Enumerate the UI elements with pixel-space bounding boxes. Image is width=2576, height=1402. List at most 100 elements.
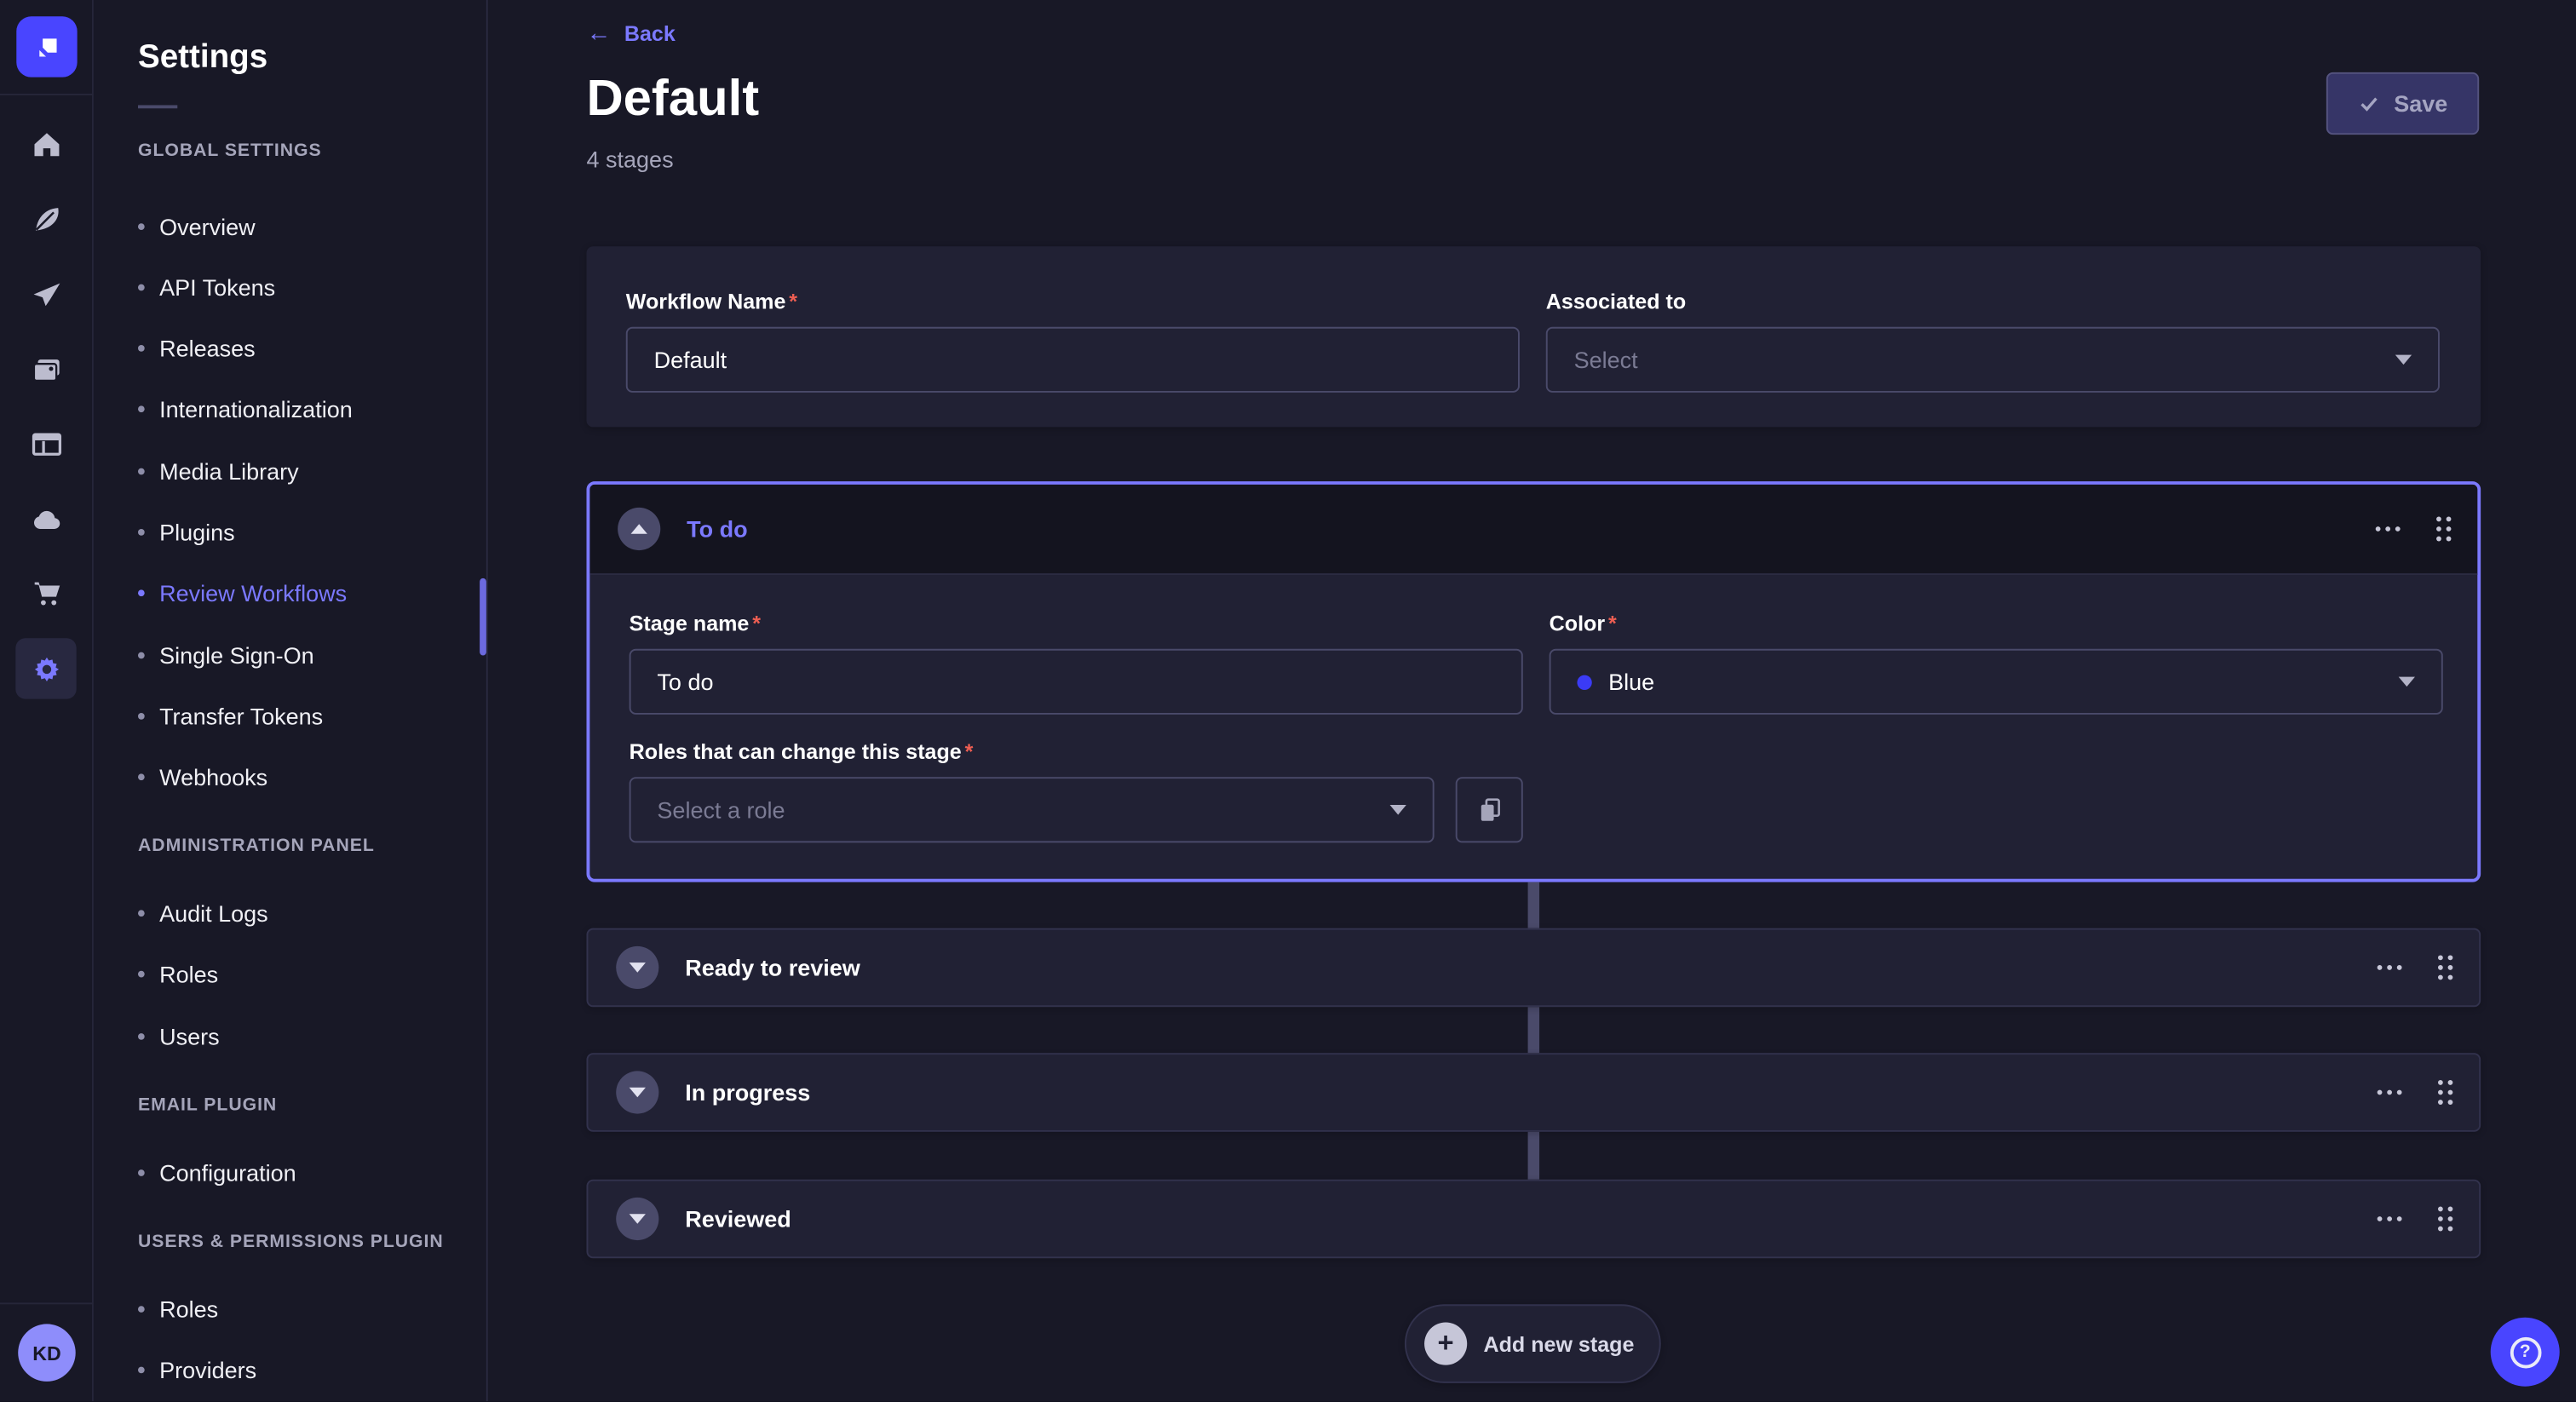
color-label: Color* [1550,611,2443,635]
sidebar-title: Settings [138,39,267,77]
expand-stage-button[interactable] [616,1198,658,1240]
sidebar-scrollbar[interactable] [480,578,486,656]
duplicate-stage-button[interactable] [1456,777,1523,842]
stage-name-input[interactable] [657,669,1495,695]
more-options-icon[interactable] [2376,526,2381,531]
settings-gear-icon[interactable] [15,638,76,698]
stage-header-to-do[interactable]: To do [589,485,2477,575]
sidebar-item-admin-roles[interactable]: Roles [138,957,218,991]
back-link[interactable]: ← Back [587,21,676,46]
plus-icon: + [1424,1322,1467,1365]
drag-handle-icon[interactable] [2438,1080,2443,1085]
sidebar-item-releases[interactable]: Releases [138,332,256,365]
sidebar-item-users[interactable]: Users [138,1020,220,1054]
color-value: Blue [1608,669,1654,695]
rail-divider [0,1302,94,1304]
question-mark-icon: ? [2510,1336,2541,1368]
back-arrow-icon: ← [587,21,612,46]
stage-row-ready-to-review[interactable]: Ready to review [587,928,2481,1008]
stage-connector [1528,1132,1540,1180]
drag-handle-icon[interactable] [2436,517,2441,522]
more-options-icon[interactable] [2378,965,2383,970]
help-button[interactable]: ? [2491,1318,2560,1387]
home-icon[interactable] [15,114,76,175]
bullet-icon [138,468,145,475]
add-stage-label: Add new stage [1483,1331,1634,1356]
associated-to-placeholder: Select [1574,347,1638,373]
sidebar-item-internationalization[interactable]: Internationalization [138,393,353,426]
strapi-logo[interactable] [16,16,77,77]
stage-row-reviewed[interactable]: Reviewed [587,1180,2481,1259]
send-plane-icon[interactable] [15,264,76,325]
associated-to-select[interactable]: Select [1546,327,2440,393]
save-label: Save [2394,90,2447,117]
page-title: Default [587,69,760,128]
required-mark: * [1608,611,1617,635]
collapse-stage-button[interactable] [618,508,660,550]
sidebar-item-providers[interactable]: Providers [138,1353,256,1387]
rail-divider [0,94,94,95]
sidebar-item-up-roles[interactable]: Roles [138,1293,218,1326]
media-library-icon[interactable] [15,339,76,399]
add-new-stage-button[interactable]: + Add new stage [1405,1304,1661,1383]
bullet-icon [138,713,145,720]
more-options-icon[interactable] [2378,1216,2383,1221]
drag-handle-icon[interactable] [2438,955,2443,960]
sidebar-item-plugins[interactable]: Plugins [138,516,235,549]
expand-stage-button[interactable] [616,1071,658,1113]
section-global-settings: GLOBAL SETTINGS [138,141,322,161]
color-select[interactable]: Blue [1550,649,2443,715]
chevron-down-icon [630,962,646,973]
main-content: ← Back Default 4 stages Save Workflow Na… [488,0,2576,1401]
strapi-logo-icon [31,31,64,64]
expand-stage-button[interactable] [616,946,658,989]
sidebar-item-transfer-tokens[interactable]: Transfer Tokens [138,700,323,733]
more-options-icon[interactable] [2378,1090,2383,1095]
sidebar-item-audit-logs[interactable]: Audit Logs [138,897,268,930]
roles-select[interactable]: Select a role [630,777,1435,842]
save-button[interactable]: Save [2326,72,2479,135]
stage-title: In progress [685,1079,810,1106]
sidebar-item-single-sign-on[interactable]: Single Sign-On [138,639,314,672]
bullet-icon [138,652,145,659]
roles-placeholder: Select a role [657,796,785,823]
settings-sidebar: Settings GLOBAL SETTINGS Overview API To… [94,0,488,1401]
sidebar-item-configuration[interactable]: Configuration [138,1157,296,1190]
stage-title: Ready to review [685,955,860,981]
workflow-name-field [626,327,1520,393]
layout-icon[interactable] [15,413,76,474]
drag-handle-icon[interactable] [2438,1207,2443,1212]
sidebar-item-overview[interactable]: Overview [138,210,256,244]
bullet-icon [138,284,145,291]
icon-rail: KD [0,0,94,1401]
workflow-name-input[interactable] [654,347,1492,373]
sidebar-item-review-workflows[interactable]: Review Workflows [138,577,347,610]
section-administration-panel: ADMINISTRATION PANEL [138,836,375,856]
sidebar-item-media-library[interactable]: Media Library [138,455,299,488]
content-feather-icon[interactable] [15,188,76,249]
cloud-icon[interactable] [15,489,76,549]
section-email-plugin: EMAIL PLUGIN [138,1095,277,1115]
associated-to-label: Associated to [1546,289,2440,313]
stage-title: To do [687,516,747,543]
chevron-down-icon [630,1214,646,1224]
workflow-name-label: Workflow Name* [626,289,1520,313]
user-avatar[interactable]: KD [18,1324,75,1382]
sidebar-item-webhooks[interactable]: Webhooks [138,761,267,794]
chevron-down-icon [630,1088,646,1098]
marketplace-cart-icon[interactable] [15,563,76,623]
bullet-icon [138,345,145,352]
stage-connector [1528,1007,1540,1053]
strapi-admin-app: KD Settings GLOBAL SETTINGS Overview API… [0,0,2576,1401]
chevron-down-icon [2395,355,2412,365]
stage-row-in-progress[interactable]: In progress [587,1053,2481,1132]
bullet-icon [138,773,145,780]
bullet-icon [138,1169,145,1176]
bullet-icon [138,529,145,536]
stage-card-to-do: To do Stage name* Color* [587,481,2481,882]
chevron-up-icon [631,524,647,534]
sidebar-item-api-tokens[interactable]: API Tokens [138,271,275,304]
bullet-icon [138,405,145,412]
required-mark: * [965,739,974,764]
stage-connector [1528,882,1540,928]
